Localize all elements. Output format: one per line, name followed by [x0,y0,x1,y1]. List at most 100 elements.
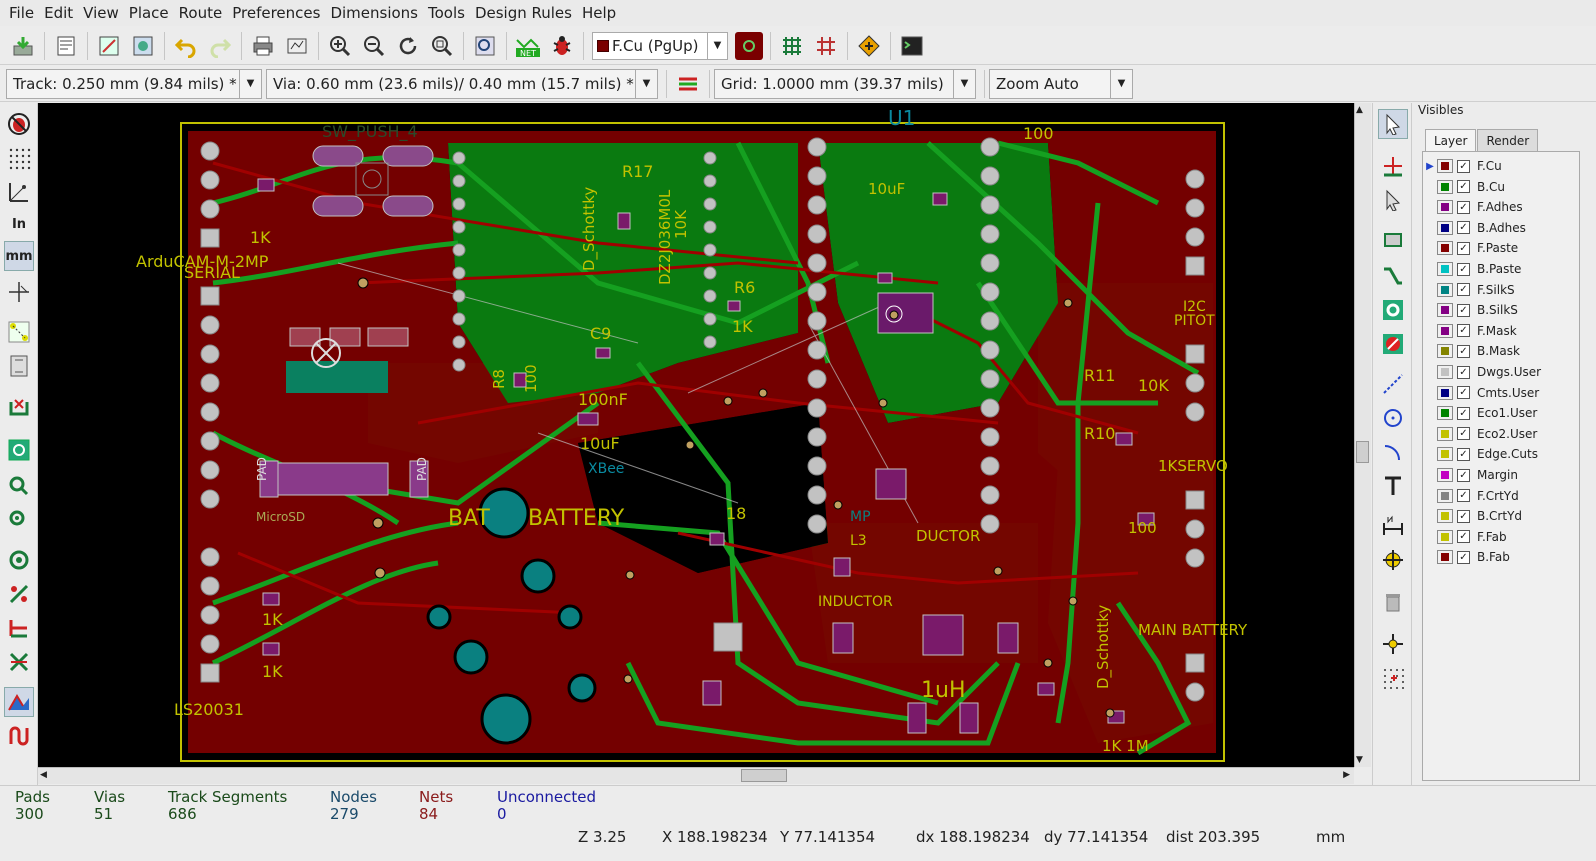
autorouter-icon[interactable] [855,32,883,60]
layer-row[interactable]: ✓ F.CrtYd [1423,486,1581,506]
layer-row[interactable]: ✓ F.Adhes [1423,197,1581,217]
zoom-out-icon[interactable] [360,32,388,60]
delete-icon[interactable] [1378,587,1408,617]
auto-track-width-icon[interactable] [674,70,702,98]
auto-delete-track-icon[interactable] [4,393,34,423]
layer-row[interactable]: ✓ B.Paste [1423,259,1581,279]
high-contrast-icon[interactable] [4,687,34,717]
cleanup-tracks-icon[interactable] [812,32,840,60]
netlist-icon[interactable]: NET [514,32,542,60]
add-via-icon[interactable] [1378,295,1408,325]
layer-color-swatch[interactable] [1437,406,1453,421]
pad-sketch-icon[interactable] [4,545,34,575]
module-ratsnest-icon[interactable] [4,351,34,381]
layer-visibility-checkbox[interactable]: ✓ [1457,427,1470,441]
track-width-select[interactable]: Track: 0.250 mm (9.84 mils) * ▼ [6,68,262,99]
redo-icon[interactable] [206,32,234,60]
zoom-in-icon[interactable] [326,32,354,60]
undo-icon[interactable] [172,32,200,60]
layer-row[interactable]: ✓ F.Fab [1423,527,1581,547]
tab-render[interactable]: Render [1477,129,1539,152]
layer-visibility-checkbox[interactable]: ✓ [1457,344,1470,358]
footprint-editor-icon[interactable] [129,32,157,60]
drc-bug-icon[interactable] [548,32,576,60]
layer-color-swatch[interactable] [1437,303,1453,318]
layer-color-swatch[interactable] [1437,550,1453,565]
layer-color-swatch[interactable] [1437,365,1453,379]
zone-nofill-icon[interactable] [4,503,34,533]
horizontal-scrollbar[interactable]: ◀ ▶ [38,767,1354,784]
layer-row[interactable]: ✓ B.Cu [1423,177,1581,197]
units-mm-button[interactable]: mm [4,241,34,271]
layer-color-swatch[interactable] [1437,220,1453,235]
menu-place[interactable]: Place [124,0,174,26]
scroll-down-icon[interactable]: ▼ [1356,755,1363,765]
layer-visibility-checkbox[interactable]: ✓ [1457,386,1470,400]
print-icon[interactable] [249,32,277,60]
add-arc-icon[interactable] [1378,437,1408,467]
layer-row[interactable]: ✓ F.SilkS [1423,280,1581,300]
layer-color-swatch[interactable] [1437,200,1453,215]
layer-row[interactable]: ✓ B.SilkS [1423,300,1581,320]
add-text-icon[interactable] [1378,471,1408,501]
highlight-net-icon[interactable] [1378,151,1408,181]
zoom-redraw-icon[interactable] [394,32,422,60]
microwave-tools-icon[interactable] [4,721,34,751]
local-ratsnest-icon[interactable] [1378,185,1408,215]
layer-color-swatch[interactable] [1437,179,1453,194]
select-arrow-icon[interactable] [1378,109,1408,139]
scroll-left-icon[interactable]: ◀ [40,770,47,780]
save-board-icon[interactable] [9,32,37,60]
layer-visibility-checkbox[interactable]: ✓ [1457,241,1470,255]
layer-color-swatch[interactable] [1437,488,1453,503]
show-ratsnest-icon[interactable] [4,317,34,347]
layer-row[interactable]: ✓ B.CrtYd [1423,506,1581,526]
scroll-right-icon[interactable]: ▶ [1343,770,1350,780]
active-layer-select[interactable]: F.Cu (PgUp) ▼ [592,31,728,60]
layer-visibility-checkbox[interactable]: ✓ [1457,159,1470,173]
layer-color-swatch[interactable] [1437,241,1453,256]
menu-help[interactable]: Help [577,0,621,26]
layer-visibility-checkbox[interactable]: ✓ [1457,303,1470,317]
menu-design-rules[interactable]: Design Rules [470,0,577,26]
pcb-canvas[interactable]: ArduCAM-M-2MP SERIAL BAT BATTERY LS20031… [38,103,1354,767]
board-setup-icon[interactable] [95,32,123,60]
layer-color-swatch[interactable] [1437,529,1453,544]
horizontal-scroll-thumb[interactable] [741,769,787,782]
layer-row[interactable]: ✓ F.Paste [1423,238,1581,258]
layer-visibility-checkbox[interactable]: ✓ [1457,509,1470,523]
add-target-icon[interactable] [1378,545,1408,575]
route-tracks-icon[interactable] [1378,261,1408,291]
layer-visibility-checkbox[interactable]: ✓ [1457,447,1470,461]
zoom-fit-icon[interactable] [428,32,456,60]
scripting-console-icon[interactable] [898,32,926,60]
add-footprint-icon[interactable] [1378,225,1408,255]
layer-visibility-checkbox[interactable]: ✓ [1457,221,1470,235]
menu-view[interactable]: View [78,0,124,26]
find-icon[interactable] [471,32,499,60]
layer-color-swatch[interactable] [1437,262,1453,276]
layer-row[interactable]: ✓ Cmts.User [1423,383,1581,403]
plot-icon[interactable] [283,32,311,60]
add-dimension-icon[interactable] [1378,511,1408,541]
layer-row[interactable]: ✓ B.Fab [1423,547,1581,567]
grid-select[interactable]: Grid: 1.0000 mm (39.37 mils) ▼ [714,68,976,99]
layer-row[interactable]: ✓ B.Adhes [1423,218,1581,238]
tab-layer[interactable]: Layer [1425,129,1477,152]
menu-preferences[interactable]: Preferences [227,0,325,26]
show-zones-icon[interactable] [4,435,34,465]
layer-color-swatch[interactable] [1437,323,1453,338]
zoom-select[interactable]: Zoom Auto ▼ [989,68,1133,99]
layer-visibility-checkbox[interactable]: ✓ [1457,489,1470,503]
layer-color-swatch[interactable] [1437,282,1453,297]
layer-color-swatch[interactable] [1437,159,1453,173]
layer-row[interactable]: ✓ Eco2.User [1423,424,1581,444]
page-settings-icon[interactable] [52,32,80,60]
net-highlight-icon[interactable] [4,647,34,677]
vertical-scroll-thumb[interactable] [1356,441,1369,463]
layer-color-swatch[interactable] [1437,509,1453,524]
zone-outline-icon[interactable] [4,469,34,499]
layer-color-swatch[interactable] [1437,426,1453,441]
layer-color-swatch[interactable] [1437,447,1453,462]
layer-row[interactable]: ✓ F.Mask [1423,321,1581,341]
